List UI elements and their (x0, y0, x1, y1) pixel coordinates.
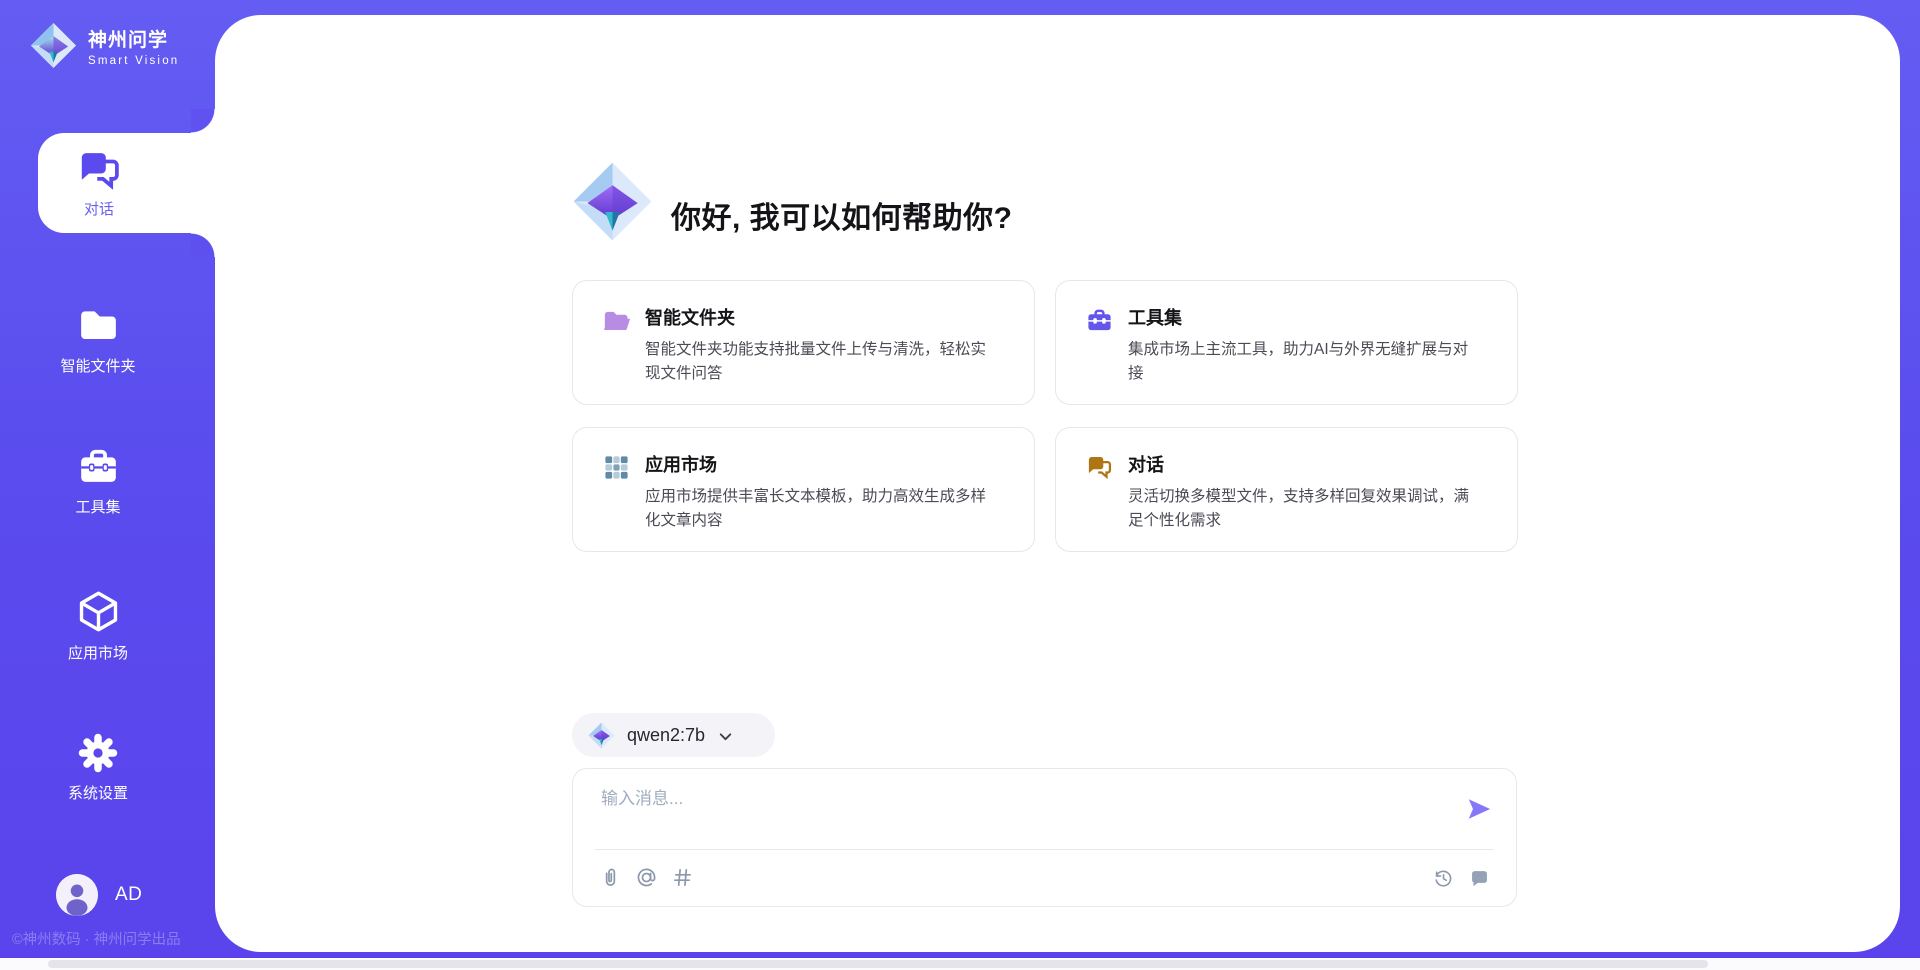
card-description: 灵活切换多模型文件，支持多样回复效果调试，满足个性化需求 (1128, 485, 1483, 532)
card-title: 对话 (1128, 452, 1483, 478)
tab-curve-bottom (191, 233, 215, 257)
send-plane-icon[interactable] (1466, 796, 1492, 822)
sidebar-item-chat[interactable]: 对话 (38, 133, 215, 233)
card-app-market[interactable]: 应用市场 应用市场提供丰富长文本模板，助力高效生成多样化文章内容 (572, 427, 1035, 552)
cube-icon (75, 588, 122, 635)
sidebar-item-label: 智能文件夹 (60, 355, 135, 376)
toolbox-icon (77, 446, 120, 489)
feature-cards: 智能文件夹 智能文件夹功能支持批量文件上传与清洗，轻松实现文件问答 工具集 集成… (572, 280, 1518, 552)
horizontal-scrollbar (0, 958, 1920, 970)
app-grid-icon (603, 454, 630, 481)
gem-logo-icon (588, 722, 615, 749)
model-name: qwen2:7b (627, 725, 705, 746)
card-title: 智能文件夹 (645, 305, 1000, 331)
folder-icon (76, 303, 121, 348)
user-initials: AD (115, 884, 142, 906)
mention-icon[interactable] (635, 866, 658, 889)
sidebar-item-label: 应用市场 (68, 642, 128, 663)
person-avatar-icon (56, 874, 98, 916)
composer-right-tools (1433, 868, 1490, 889)
sidebar-item-label: 系统设置 (68, 782, 128, 803)
message-input[interactable] (601, 784, 1401, 842)
card-description: 应用市场提供丰富长文本模板，助力高效生成多样化文章内容 (645, 485, 1000, 532)
sidebar-item-label: 对话 (84, 198, 114, 219)
card-description: 集成市场上主流工具，助力AI与外界无缝扩展与对接 (1128, 338, 1483, 385)
sidebar-item-smart-folders[interactable]: 智能文件夹 (0, 303, 196, 376)
feedback-bubble-icon[interactable] (1469, 868, 1490, 889)
sidebar: 神州问学 Smart Vision 对话 智能文件夹 (0, 0, 215, 970)
sidebar-item-settings[interactable]: 系统设置 (0, 731, 196, 803)
scrollbar-thumb[interactable] (48, 960, 1708, 968)
gear-icon (76, 731, 120, 775)
chevron-down-icon (717, 728, 734, 745)
gem-logo-large (572, 161, 653, 242)
card-title: 工具集 (1128, 305, 1483, 331)
app-subtitle: Smart Vision (88, 55, 179, 67)
sidebar-item-toolkit[interactable]: 工具集 (0, 446, 196, 517)
composer-left-tools (599, 866, 694, 889)
hashtag-icon[interactable] (671, 866, 694, 889)
composer (572, 768, 1517, 907)
chat-bubbles-icon (1086, 454, 1113, 481)
app-root: 你好, 我可以如何帮助你? 智能文件夹 智能文件夹功能支持批量文件上传与清洗，轻… (0, 0, 1920, 970)
card-smart-folders[interactable]: 智能文件夹 智能文件夹功能支持批量文件上传与清洗，轻松实现文件问答 (572, 280, 1035, 405)
model-selector[interactable]: qwen2:7b (572, 713, 775, 757)
main-panel: 你好, 我可以如何帮助你? 智能文件夹 智能文件夹功能支持批量文件上传与清洗，轻… (215, 15, 1900, 952)
toolbox-icon (1086, 307, 1113, 334)
chat-bubbles-icon (77, 148, 122, 193)
sidebar-item-label: 工具集 (75, 496, 120, 517)
copyright-text: ©神州数码 · 神州问学出品 (12, 928, 181, 949)
sidebar-item-app-market[interactable]: 应用市场 (0, 588, 196, 663)
gem-logo-icon (30, 22, 77, 69)
paperclip-icon[interactable] (599, 866, 622, 889)
card-title: 应用市场 (645, 452, 1000, 478)
card-chat[interactable]: 对话 灵活切换多模型文件，支持多样回复效果调试，满足个性化需求 (1055, 427, 1518, 552)
user-profile[interactable]: AD (56, 874, 142, 916)
tab-curve-top (191, 109, 215, 133)
folder-open-icon (603, 307, 630, 334)
avatar (56, 874, 98, 916)
composer-divider (595, 849, 1494, 850)
history-icon[interactable] (1433, 868, 1454, 889)
brand: 神州问学 Smart Vision (30, 22, 179, 69)
card-description: 智能文件夹功能支持批量文件上传与清洗，轻松实现文件问答 (645, 338, 1000, 385)
greeting-title: 你好, 我可以如何帮助你? (671, 193, 1013, 237)
card-toolkit[interactable]: 工具集 集成市场上主流工具，助力AI与外界无缝扩展与对接 (1055, 280, 1518, 405)
app-title: 神州问学 (88, 25, 179, 52)
